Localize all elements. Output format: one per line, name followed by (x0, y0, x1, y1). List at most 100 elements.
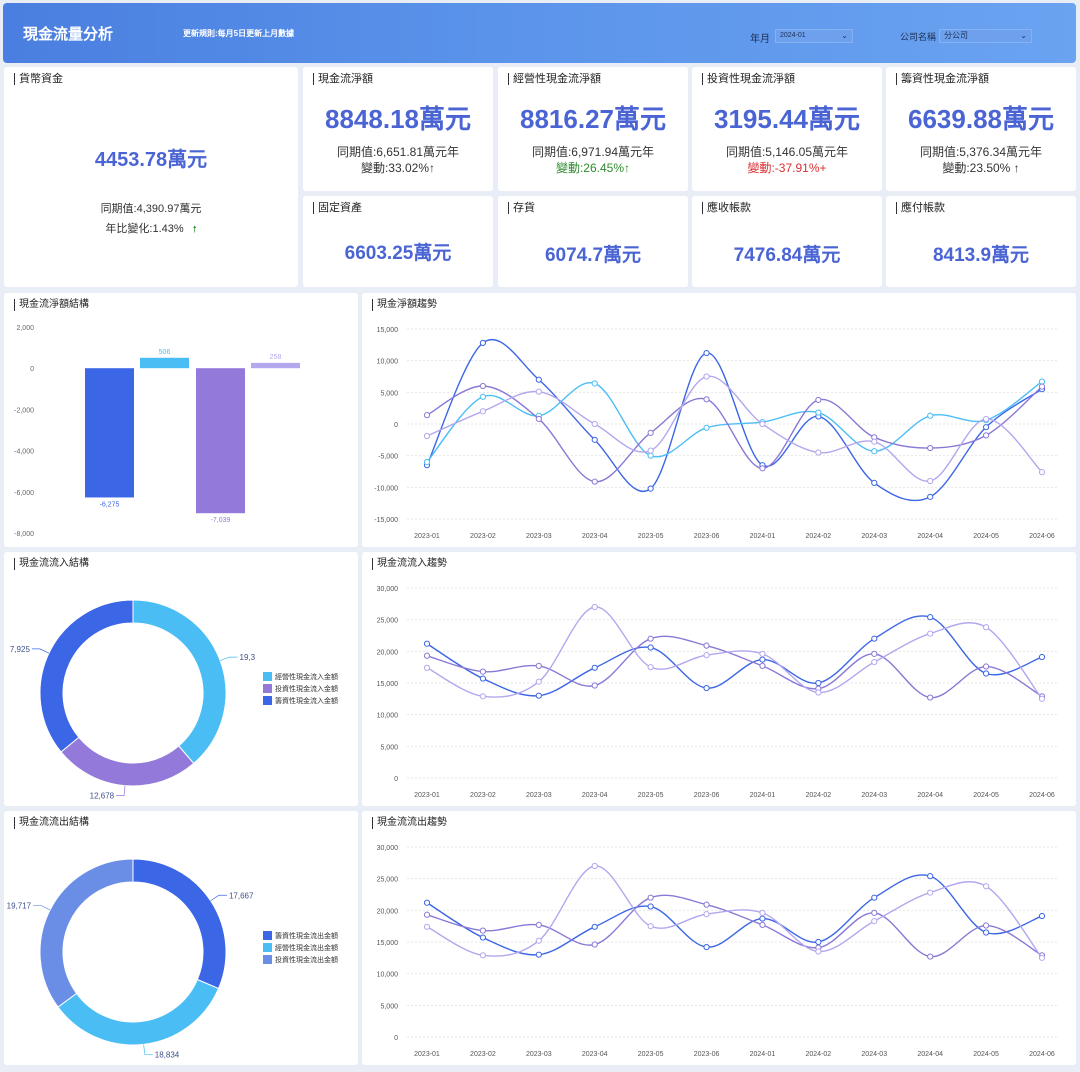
data-point (423, 664, 431, 671)
legend-label: 籌資性現金流入金額 (275, 696, 338, 705)
kpi-title: 經營性現金流淨額 (508, 73, 601, 85)
data-point (479, 339, 487, 347)
series-line (426, 865, 1043, 959)
x-tick-label: 2023-03 (526, 792, 552, 799)
x-tick-label: 2023-01 (414, 792, 440, 799)
month-select-value: 2024-01 (780, 32, 806, 39)
kpi-change: 變動:-37.91%+ (747, 161, 827, 175)
data-point (479, 408, 487, 415)
data-point (479, 952, 487, 959)
x-tick-label: 2023-01 (414, 533, 440, 540)
data-point (815, 409, 822, 416)
data-point (479, 675, 487, 682)
x-tick-label: 2024-02 (806, 1051, 832, 1058)
kpi-card-inventory: 存貨 6074.7萬元 (498, 196, 688, 287)
label-leader (31, 648, 50, 654)
label-leader (143, 1044, 153, 1055)
slice-label: 19,3 (240, 653, 256, 662)
legend-swatch (263, 955, 272, 964)
month-select[interactable]: 2024-01 ⌄ (775, 29, 853, 43)
data-label: 506 (159, 349, 171, 356)
data-point (535, 921, 542, 929)
kpi-change: 變動:26.45%↑ (555, 161, 631, 175)
data-point (982, 883, 990, 890)
data-point (703, 943, 710, 951)
x-tick-label: 2024-03 (861, 792, 887, 799)
data-point (423, 412, 431, 419)
bar (85, 368, 134, 498)
outflow-structure-panel: 現金流流出結構 17,667 18,834 19,717 籌資性現金流出金額 經營性現金… (4, 811, 358, 1065)
data-point (1038, 469, 1046, 476)
data-point (591, 478, 598, 485)
kpi-value: 3195.44萬元 (714, 104, 860, 134)
kpi-card-fixed-assets: 固定資產 6603.25萬元 (303, 196, 493, 287)
inflow-trend-chart: 30,000 25,000 20,000 15,000 10,000 5,000 0 2023… (377, 586, 1057, 799)
slice-label: 7,925 (10, 645, 31, 654)
data-point (479, 393, 487, 400)
pie-slice (39, 858, 134, 1008)
x-tick-label: 2023-02 (470, 533, 496, 540)
y-tick-label: 30,000 (377, 845, 399, 852)
y-tick-label: 0 (394, 422, 398, 429)
x-tick-label: 2023-06 (694, 792, 720, 799)
kpi-prior-value: 同期值:4,390.97萬元 (100, 203, 202, 215)
data-point (591, 603, 598, 611)
series-line (426, 874, 1043, 956)
data-point (423, 432, 431, 440)
data-point (591, 862, 598, 870)
x-tick-label: 2024-05 (973, 792, 999, 799)
series-line (426, 339, 1043, 502)
x-tick-label: 2023-04 (582, 792, 608, 799)
data-point (1038, 653, 1046, 661)
x-tick-label: 2024-03 (861, 533, 887, 540)
data-point (927, 412, 934, 419)
x-tick-label: 2023-02 (470, 1051, 496, 1058)
data-point (591, 664, 598, 671)
data-point (535, 376, 542, 383)
x-tick-label: 2023-04 (582, 533, 608, 540)
y-tick-label: 10,000 (377, 713, 399, 720)
data-point (535, 937, 542, 944)
outflow-trend-panel: 現金流流出趨勢 30,000 25,000 20,000 15,000 10,000 5,… (362, 811, 1076, 1065)
legend-swatch (263, 684, 272, 693)
legend-swatch (263, 931, 272, 940)
legend-label: 籌資性現金流出金額 (275, 931, 338, 940)
data-point (647, 644, 654, 651)
data-point (927, 889, 934, 896)
y-tick-label: 0 (394, 1035, 398, 1042)
y-tick-label: 20,000 (377, 908, 399, 915)
x-tick-label: 2024-04 (917, 792, 943, 799)
data-point (647, 452, 654, 459)
data-point (647, 485, 654, 492)
net-structure-chart: 2,000 0 -2,000 -4,000 -6,000 -8,000 -6,275 506 -… (14, 325, 300, 538)
data-point (759, 909, 766, 916)
x-tick-label: 2024-03 (861, 1051, 887, 1058)
data-point (871, 918, 878, 925)
data-point (815, 396, 822, 404)
pie-slice (39, 599, 134, 753)
month-filter-label: 年月 (750, 34, 770, 45)
pie-slice (60, 736, 195, 787)
data-point (647, 429, 654, 436)
data-point (1038, 378, 1046, 385)
data-point (759, 662, 766, 670)
kpi-title: 貨幣資金 (14, 73, 63, 85)
x-tick-label: 2024-02 (806, 792, 832, 799)
data-point (982, 922, 990, 929)
data-point (703, 373, 710, 380)
kpi-card-operating: 經營性現金流淨額 8816.27萬元 同期值:6,971.94萬元年 變動:26… (498, 67, 688, 191)
data-point (1038, 954, 1046, 961)
x-tick-label: 2024-01 (750, 533, 776, 540)
data-point (871, 448, 878, 455)
series-line (426, 606, 1043, 700)
data-point (982, 432, 990, 439)
company-select[interactable]: 分公司 ⌄ (939, 29, 1032, 43)
data-point (423, 640, 431, 647)
data-point (871, 659, 878, 666)
data-point (982, 929, 990, 936)
data-point (815, 689, 822, 696)
slice-label: 17,667 (229, 891, 254, 900)
data-label: -7,039 (211, 517, 231, 524)
kpi-change: 年比變化:1.43% (105, 223, 184, 235)
kpi-value: 8848.18萬元 (325, 104, 471, 134)
